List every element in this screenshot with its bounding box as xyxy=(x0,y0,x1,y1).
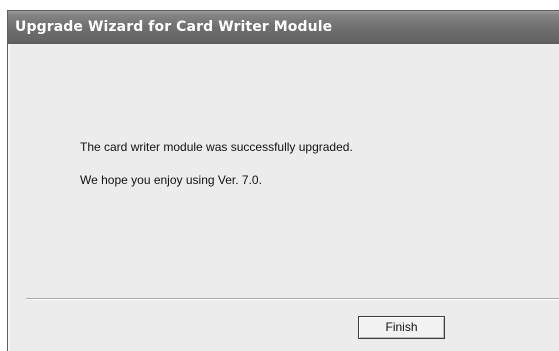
success-message: The card writer module was successfully … xyxy=(80,140,353,154)
dialog-body: The card writer module was successfully … xyxy=(8,44,559,351)
wizard-dialog: Upgrade Wizard for Card Writer Module Th… xyxy=(7,10,559,351)
finish-button[interactable]: Finish xyxy=(358,316,445,339)
title-bar[interactable]: Upgrade Wizard for Card Writer Module xyxy=(8,11,559,44)
window-title: Upgrade Wizard for Card Writer Module xyxy=(15,19,333,35)
version-message: We hope you enjoy using Ver. 7.0. xyxy=(80,173,262,187)
separator-line xyxy=(26,298,559,300)
